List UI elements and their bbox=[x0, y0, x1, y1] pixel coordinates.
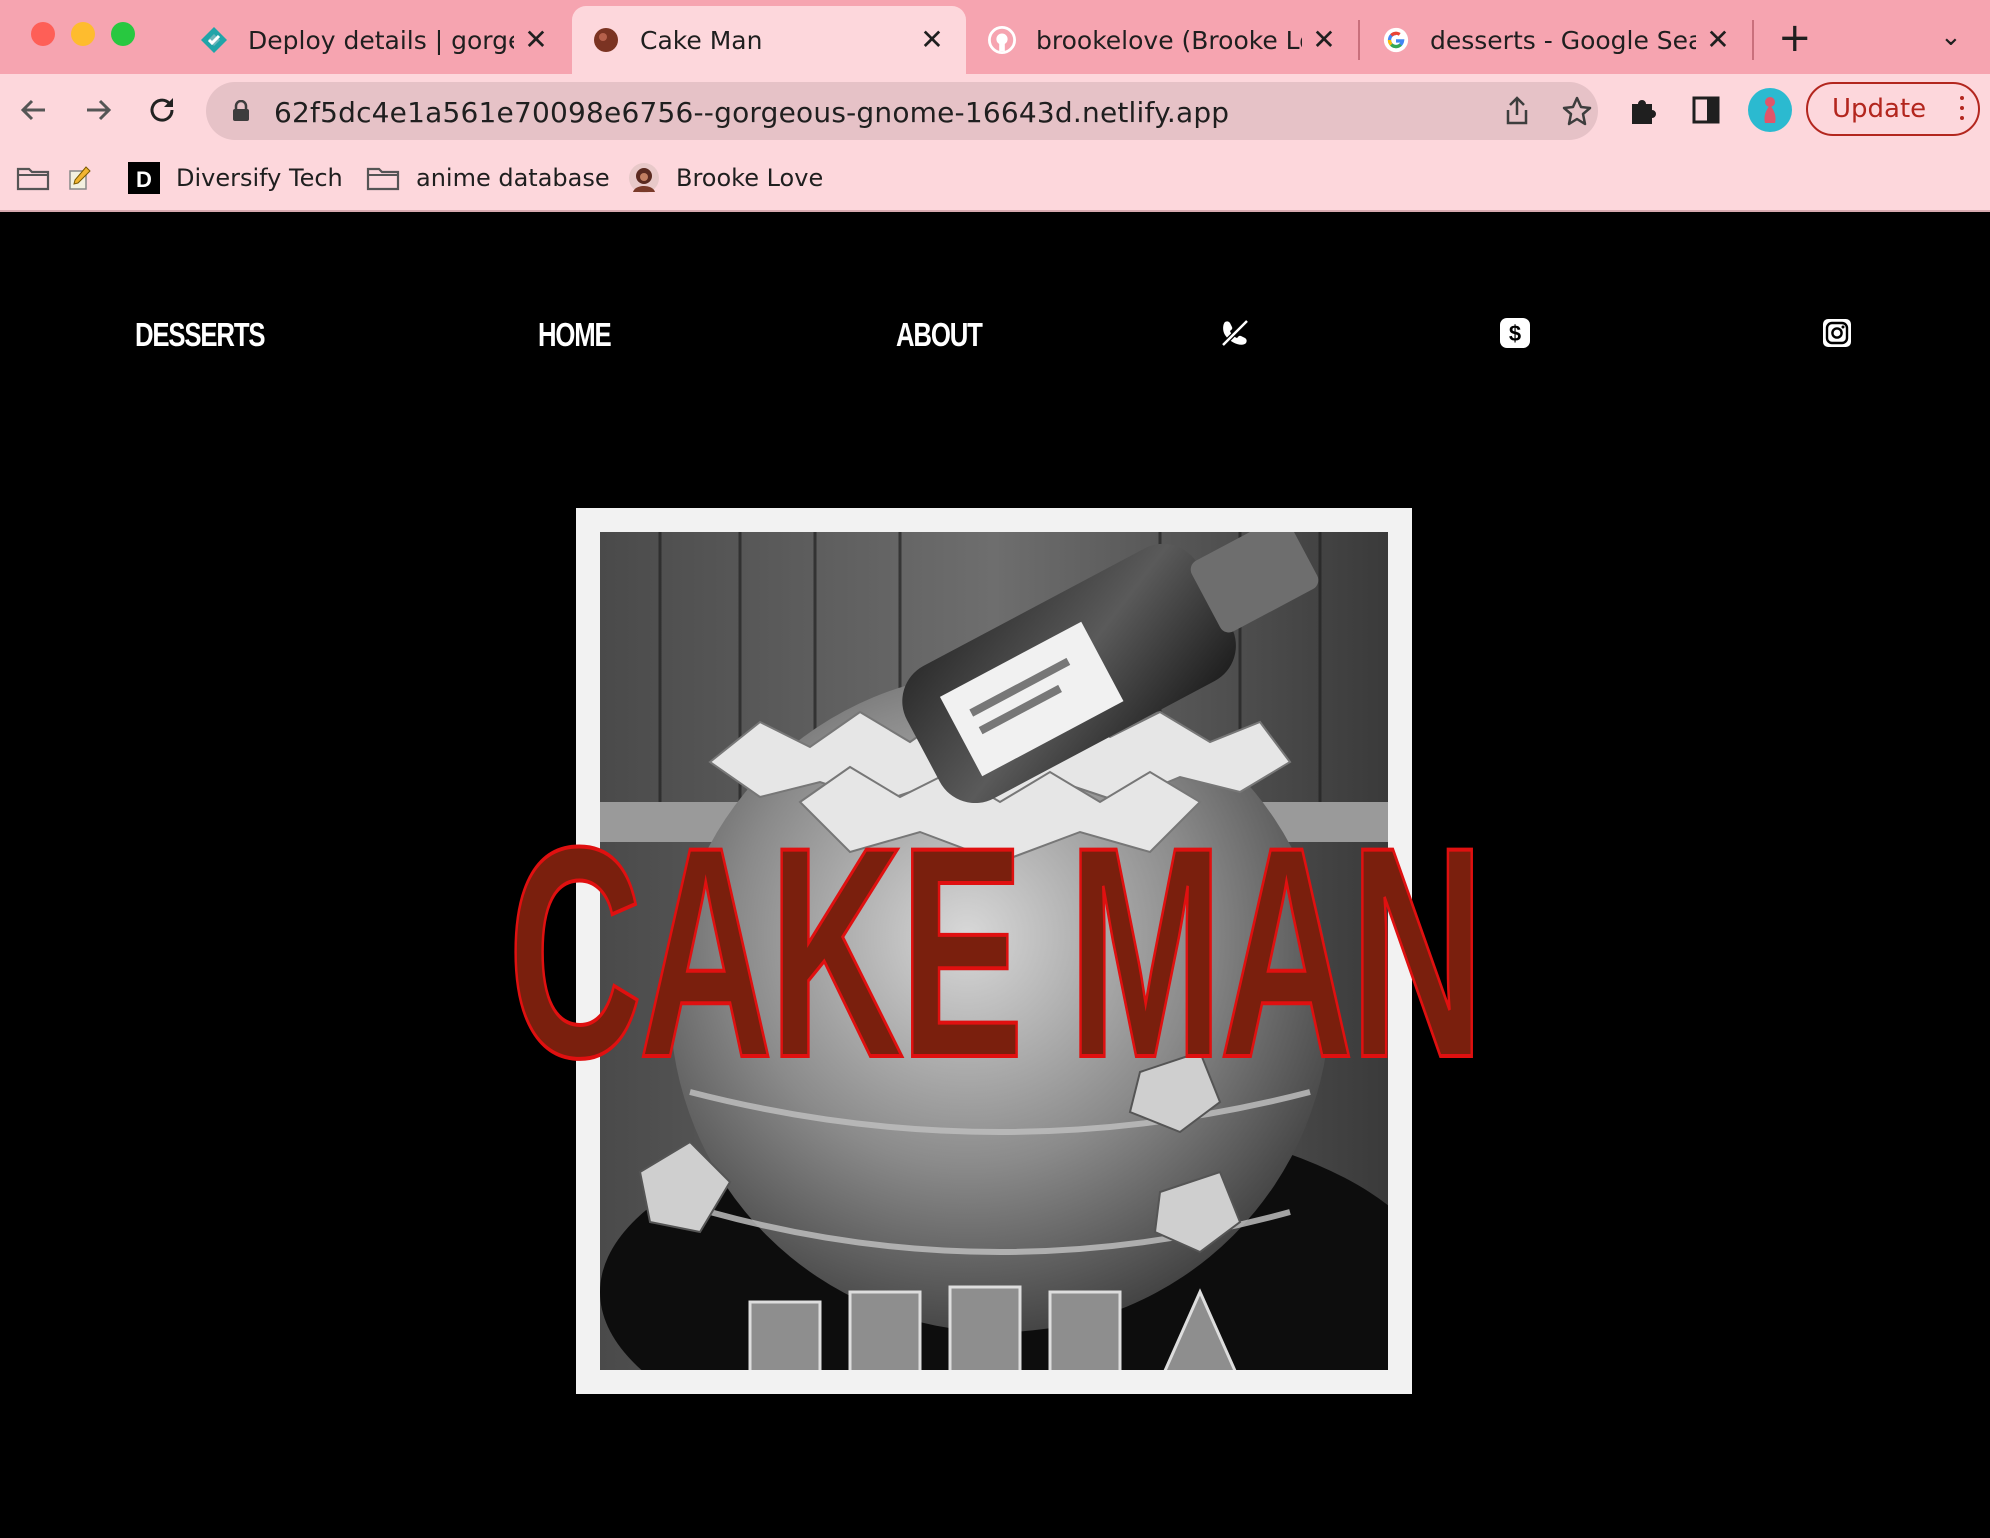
bookmark-folder[interactable] bbox=[16, 158, 66, 198]
tab-separator bbox=[1752, 20, 1754, 60]
update-label: Update bbox=[1832, 94, 1927, 124]
no-phone-icon[interactable] bbox=[1218, 316, 1252, 350]
tab-title: desserts - Google Searc bbox=[1430, 25, 1696, 55]
browser-toolbar: 62f5dc4e1a561e70098e6756--gorgeous-gnome… bbox=[0, 74, 1990, 148]
tab-cake-man[interactable]: Cake Man ✕ bbox=[572, 6, 966, 74]
browser-chrome: Deploy details | gorgeou ✕ Cake Man ✕ br… bbox=[0, 0, 1990, 212]
bookmark-diversify-tech[interactable]: D Diversify Tech bbox=[128, 158, 343, 198]
bookmark-star-icon[interactable] bbox=[1560, 94, 1594, 128]
avatar-icon bbox=[628, 162, 660, 194]
tab-title: Cake Man bbox=[640, 25, 763, 55]
folder-icon bbox=[16, 165, 50, 191]
instagram-icon[interactable] bbox=[1820, 316, 1854, 350]
bookmark-notepad[interactable] bbox=[66, 158, 108, 198]
tab-separator bbox=[1358, 20, 1360, 60]
close-tab-icon[interactable]: ✕ bbox=[522, 26, 550, 54]
bookmark-anime-database[interactable]: anime database bbox=[366, 158, 610, 198]
tab-strip: Deploy details | gorgeou ✕ Cake Man ✕ br… bbox=[0, 0, 1990, 74]
back-button[interactable] bbox=[12, 88, 56, 132]
folder-icon bbox=[366, 165, 400, 191]
nav-link-home[interactable]: HOME bbox=[538, 316, 612, 354]
reload-icon bbox=[150, 98, 174, 122]
tab-deploy-details[interactable]: Deploy details | gorgeou ✕ bbox=[180, 6, 570, 74]
tab-search-chevron-icon[interactable]: ⌄ bbox=[1940, 22, 1962, 52]
reload-button[interactable] bbox=[140, 88, 184, 132]
address-bar[interactable]: 62f5dc4e1a561e70098e6756--gorgeous-gnome… bbox=[206, 82, 1598, 140]
cake-favicon bbox=[592, 26, 620, 54]
svg-text:$: $ bbox=[1509, 321, 1521, 346]
tab-title: Deploy details | gorgeou bbox=[248, 25, 514, 55]
close-tab-icon[interactable]: ✕ bbox=[1310, 26, 1338, 54]
google-icon bbox=[1382, 26, 1410, 54]
bookmark-label: Brooke Love bbox=[676, 164, 824, 192]
tab-google-search[interactable]: desserts - Google Searc ✕ bbox=[1362, 6, 1752, 74]
share-icon[interactable] bbox=[1500, 94, 1534, 128]
notepad-icon bbox=[66, 165, 92, 191]
netlify-icon bbox=[200, 26, 228, 54]
bookmark-brooke-love[interactable]: Brooke Love bbox=[628, 158, 823, 198]
extensions-puzzle-icon[interactable] bbox=[1622, 90, 1662, 130]
profile-avatar[interactable] bbox=[1748, 88, 1792, 132]
bookmarks-bar: D Diversify Tech anime database Brooke L… bbox=[0, 148, 1990, 212]
close-tab-icon[interactable]: ✕ bbox=[918, 26, 946, 54]
forward-arrow-icon bbox=[87, 99, 112, 121]
back-arrow-icon bbox=[20, 99, 45, 121]
cash-app-icon[interactable]: $ bbox=[1498, 316, 1532, 350]
nav-link-about[interactable]: ABOUT bbox=[896, 316, 983, 354]
url-text: 62f5dc4e1a561e70098e6756--gorgeous-gnome… bbox=[274, 96, 1230, 129]
close-tab-icon[interactable]: ✕ bbox=[1704, 26, 1732, 54]
bookmark-label: Diversify Tech bbox=[176, 164, 343, 192]
bookmark-label: anime database bbox=[416, 164, 610, 192]
avatar-icon bbox=[1764, 97, 1776, 123]
close-window-button[interactable] bbox=[31, 22, 55, 46]
nav-link-desserts[interactable]: DESSERTS bbox=[135, 316, 266, 354]
lock-icon[interactable] bbox=[232, 99, 250, 126]
maximize-window-button[interactable] bbox=[111, 22, 135, 46]
tab-github[interactable]: brookelove (Brooke Lov ✕ bbox=[968, 6, 1358, 74]
hero-title: CAKE MAN bbox=[507, 784, 1486, 1120]
github-icon bbox=[988, 26, 1016, 54]
minimize-window-button[interactable] bbox=[71, 22, 95, 46]
d-logo-icon: D bbox=[128, 162, 160, 194]
more-menu-icon[interactable] bbox=[1960, 96, 1964, 126]
page-content: DESSERTS HOME ABOUT $ CAKE MAN bbox=[0, 212, 1990, 1538]
side-panel-icon[interactable] bbox=[1686, 90, 1726, 130]
forward-button[interactable] bbox=[76, 88, 120, 132]
update-button[interactable]: Update bbox=[1806, 82, 1980, 136]
svg-text:D: D bbox=[136, 167, 152, 192]
new-tab-button[interactable]: + bbox=[1778, 18, 1812, 58]
tab-title: brookelove (Brooke Lov bbox=[1036, 25, 1302, 55]
